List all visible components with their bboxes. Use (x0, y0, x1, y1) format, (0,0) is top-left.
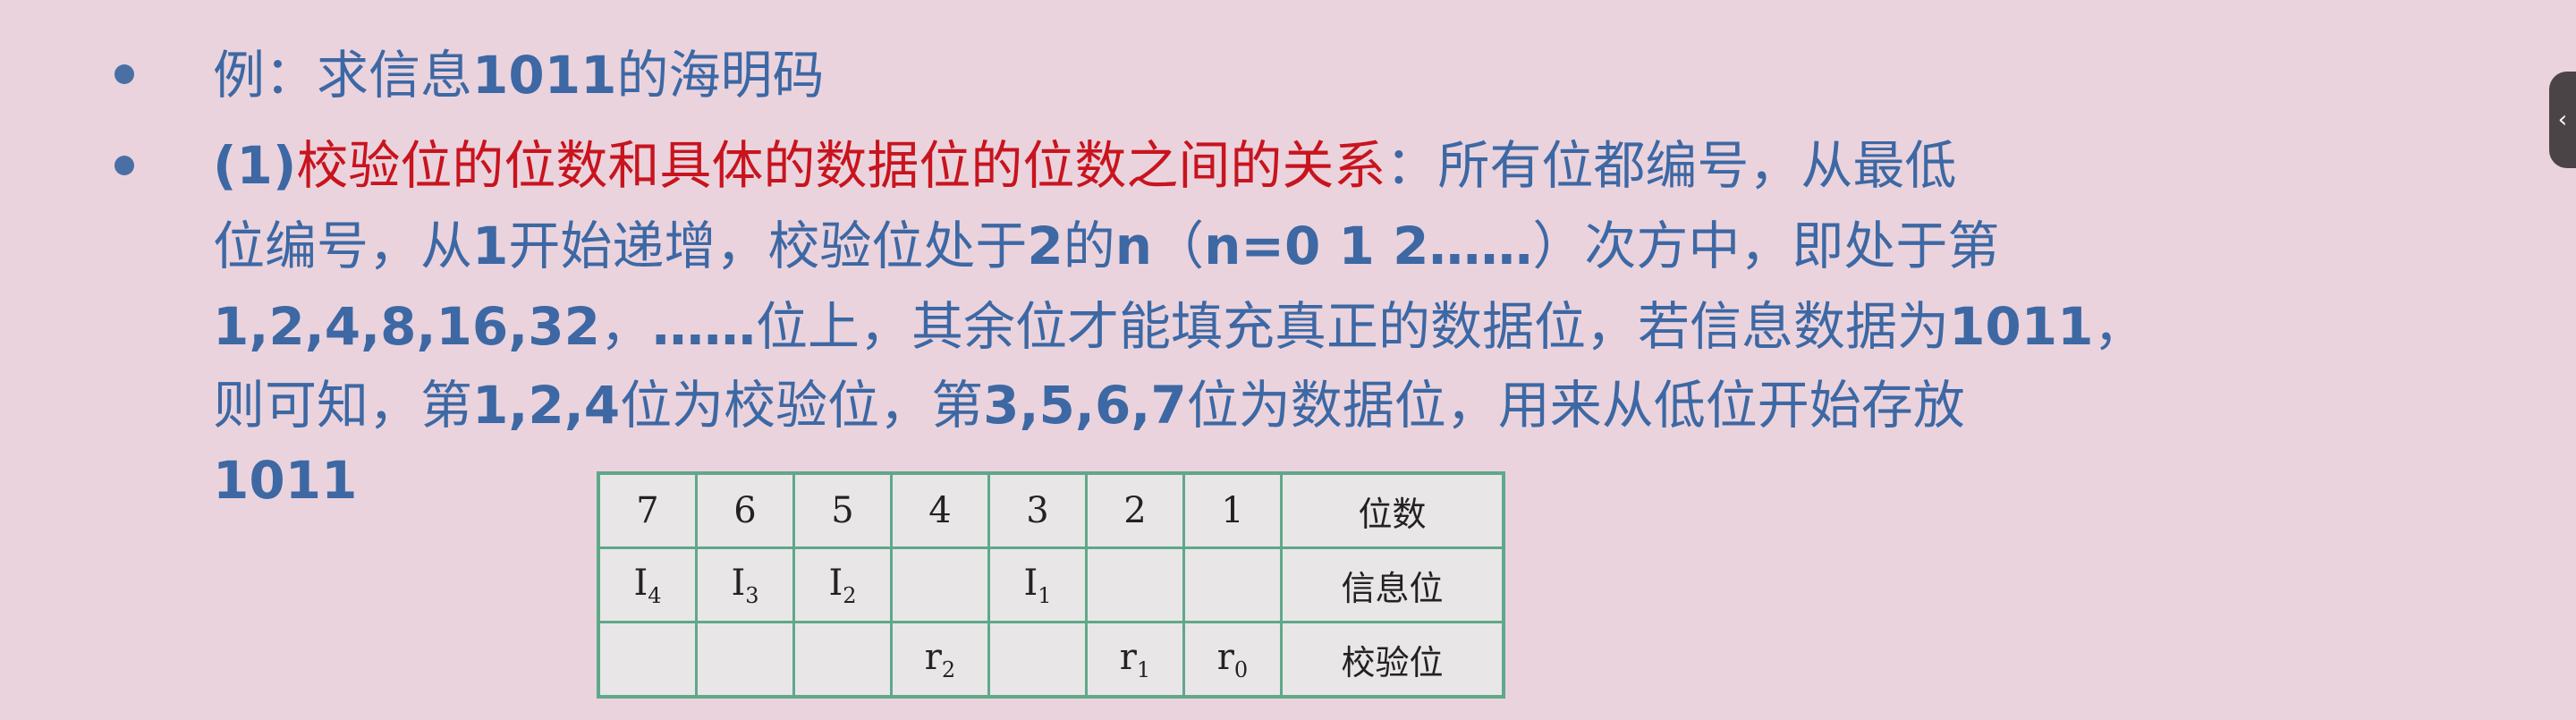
text-segment: ：所有位都编号，从最低 (1385, 135, 1957, 196)
table-cell: r0 (1182, 621, 1283, 699)
cell-symbol: I (731, 562, 746, 604)
table-cell (597, 621, 698, 699)
text-segment: 开始递增，校验位处于 (508, 216, 1028, 276)
text-segment: ， (2093, 296, 2146, 357)
text-segment: …… (652, 296, 757, 357)
text-segment: 位编号，从 (213, 216, 473, 276)
cell-symbol: 6 (733, 490, 757, 531)
cell-symbol: I (633, 562, 648, 604)
text-segment: 位上，其余位才能填充真正的数据位，若信息数据为 (756, 296, 1950, 357)
explanation-line: 位编号，从1开始递增，校验位处于2的n（n=0 1 2……）次方中，即处于第 (213, 220, 1999, 272)
table-cell: 6 (695, 471, 795, 549)
table-cell: 7 (597, 471, 698, 549)
text-segment: 则可知，第 (213, 375, 473, 436)
text-segment: 的海明码 (616, 45, 825, 106)
cell-symbol: r (1216, 636, 1234, 678)
table-row: r2 r1 r0 校验位 (597, 621, 1505, 699)
text-segment: 位为数据位，用来从低位开始存放 (1186, 375, 1965, 436)
cell-symbol: r (1119, 636, 1137, 678)
text-segment: 位为校验位，第 (620, 375, 984, 436)
cell-symbol: 5 (831, 490, 854, 531)
explanation-line: 1,2,4,8,16,32，……位上，其余位才能填充真正的数据位，若信息数据为1… (213, 301, 2146, 352)
text-segment: 1011 (213, 450, 358, 511)
text-segment: （ (1152, 216, 1205, 276)
text-segment: 1,2,4 (472, 375, 621, 436)
table-cell (1085, 546, 1185, 623)
explanation-line: 则可知，第1,2,4位为校验位，第3,5,6,7位为数据位，用来从低位开始存放 (213, 379, 1965, 431)
table-cell (987, 621, 1088, 699)
cell-subscript: 3 (745, 582, 759, 608)
table-cell: r1 (1085, 621, 1185, 699)
chevron-left-icon: ‹ (2557, 106, 2568, 133)
text-segment: 的 (1063, 216, 1115, 276)
explanation-line: 1011 (213, 454, 357, 506)
cell-subscript: 4 (648, 582, 662, 608)
table-cell (695, 621, 795, 699)
text-segment: 1011 (472, 45, 617, 106)
text-segment: ）次方中，即处于第 (1532, 216, 2000, 276)
cell-symbol: I (828, 562, 843, 604)
table-row: I4 I3 I2 I1 信息位 (597, 546, 1505, 623)
cell-symbol: 3 (1026, 490, 1049, 531)
text-segment: n (1114, 216, 1153, 276)
table-cell: I1 (987, 546, 1088, 623)
table-cell: 3 (987, 471, 1088, 549)
table-cell: I4 (597, 546, 698, 623)
cell-subscript: 0 (1233, 656, 1249, 682)
cell-symbol: r (924, 636, 942, 678)
cell-subscript: 2 (941, 656, 956, 682)
table-cell: 4 (890, 471, 990, 549)
text-segment: n=0 1 2…… (1204, 216, 1533, 276)
cell-symbol: 7 (636, 490, 659, 531)
table-cell: I2 (792, 546, 893, 623)
text-segment: 3,5,6,7 (983, 375, 1187, 436)
table-cell: r2 (890, 621, 990, 699)
text-segment: 2 (1027, 216, 1063, 276)
table-cell: 2 (1085, 471, 1185, 549)
cell-symbol: 4 (928, 490, 952, 531)
side-panel-toggle[interactable]: ‹ (2549, 72, 2576, 168)
hamming-bit-table: 7 6 5 4 3 2 1 位数 I4 I3 I2 I1 信息位 r2 r1 r0 校验位 (597, 471, 1505, 699)
text-segment: 1011 (1949, 296, 2094, 357)
table-row: 7 6 5 4 3 2 1 位数 (597, 471, 1505, 549)
table-cell: 5 (792, 471, 893, 549)
bullet-dot (114, 64, 134, 84)
example-title: 例：求信息1011的海明码 (213, 49, 824, 101)
cell-subscript: 1 (1136, 656, 1151, 682)
cell-symbol: I (1023, 562, 1038, 604)
text-segment: 1,2,4,8,16,32 (213, 296, 601, 357)
table-cell: 1 (1182, 471, 1283, 549)
bullet-dot (114, 156, 134, 175)
row-label: 校验位 (1280, 621, 1505, 699)
cell-symbol: 1 (1221, 490, 1244, 531)
text-segment: (1) (213, 135, 297, 196)
cell-subscript: 1 (1038, 582, 1052, 608)
text-segment: ， (600, 296, 653, 357)
row-label: 位数 (1280, 471, 1505, 549)
text-segment: 例：求信息 (213, 45, 473, 106)
cell-subscript: 2 (843, 582, 857, 608)
cell-symbol: 2 (1123, 490, 1147, 531)
text-segment: 校验位的位数和具体的数据位的位数之间的关系 (296, 135, 1386, 196)
table-cell (890, 546, 990, 623)
table-cell (1182, 546, 1283, 623)
table-cell (792, 621, 893, 699)
text-segment: 1 (472, 216, 509, 276)
row-label: 信息位 (1280, 546, 1505, 623)
explanation-line: (1)校验位的位数和具体的数据位的位数之间的关系：所有位都编号，从最低 (213, 140, 1956, 191)
table-cell: I3 (695, 546, 795, 623)
